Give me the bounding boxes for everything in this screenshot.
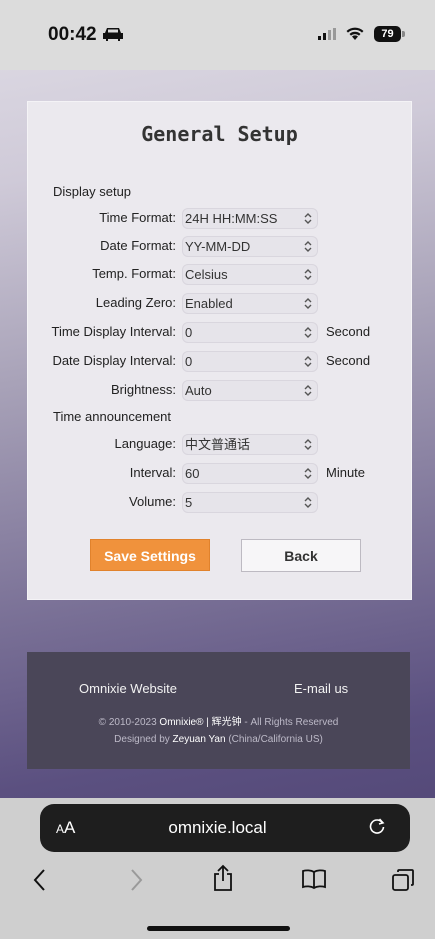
- status-time: 00:42: [48, 24, 97, 45]
- language-select[interactable]: 中文普通话: [182, 434, 318, 455]
- setting-label: Volume:: [129, 494, 176, 509]
- select-value: 中文普通话: [185, 437, 251, 452]
- signal-icon: [318, 28, 336, 40]
- chevron-updown-icon: [304, 241, 312, 252]
- time-announcement-heading: Time announcement: [53, 409, 172, 424]
- select-value: Auto: [185, 383, 212, 398]
- date-format-select[interactable]: YY-MM-DD: [182, 236, 318, 257]
- designed-prefix: Designed by: [114, 734, 170, 745]
- status-bar: 00:42 79: [0, 0, 435, 70]
- setting-label: Interval:: [129, 465, 176, 480]
- unit-label: Second: [326, 353, 371, 368]
- display-setup-heading: Display setup: [53, 184, 132, 199]
- select-value: Celsius: [185, 267, 228, 282]
- chevron-updown-icon: [304, 269, 312, 280]
- select-value: 24H HH:MM:SS: [185, 211, 278, 226]
- select-value: 5: [185, 495, 193, 510]
- copyright-brand: Omnixie® | 辉光钟: [159, 717, 242, 728]
- brightness-select[interactable]: Auto: [182, 380, 318, 401]
- chevron-updown-icon: [304, 356, 312, 367]
- forward-icon[interactable]: [128, 868, 144, 892]
- select-value: 60: [185, 466, 200, 481]
- setting-label: Temp. Format:: [92, 266, 176, 281]
- designer-name: Zeyuan Yan: [172, 734, 226, 745]
- back-button[interactable]: Back: [241, 539, 361, 572]
- select-value: YY-MM-DD: [185, 239, 251, 254]
- leading-zero-select[interactable]: Enabled: [182, 293, 318, 314]
- time-display-interval-select[interactable]: 0: [182, 322, 318, 343]
- omnixie-website-link[interactable]: Omnixie Website: [79, 681, 177, 696]
- copyright-prefix: © 2010-2023: [98, 717, 157, 728]
- tabs-icon[interactable]: [391, 868, 415, 892]
- setting-label: Date Format:: [100, 238, 176, 253]
- select-value: 0: [185, 354, 193, 369]
- chevron-updown-icon: [304, 298, 312, 309]
- temp-format-select[interactable]: Celsius: [182, 264, 318, 285]
- setting-label: Leading Zero:: [95, 295, 176, 310]
- reload-icon[interactable]: [367, 816, 387, 836]
- share-icon[interactable]: [212, 864, 234, 892]
- copyright-suffix: - All Rights Reserved: [244, 717, 339, 728]
- home-indicator: [147, 926, 290, 931]
- time-format-select[interactable]: 24H HH:MM:SS: [182, 208, 318, 229]
- chevron-updown-icon: [304, 468, 312, 479]
- wifi-icon: [346, 27, 364, 40]
- setting-label: Time Format:: [99, 210, 176, 225]
- email-us-link[interactable]: E-mail us: [294, 681, 348, 696]
- select-value: 0: [185, 325, 193, 340]
- chevron-updown-icon: [304, 327, 312, 338]
- designer-credit: Designed by Zeyuan Yan (China/California…: [27, 734, 410, 745]
- chevron-updown-icon: [304, 385, 312, 396]
- interval-select[interactable]: 60: [182, 463, 318, 484]
- bookmarks-icon[interactable]: [301, 868, 327, 890]
- unit-label: Minute: [326, 465, 366, 480]
- setting-label: Brightness:: [110, 382, 176, 397]
- chevron-updown-icon: [304, 439, 312, 450]
- battery-tip: [402, 31, 405, 37]
- setting-label: Language:: [114, 436, 176, 451]
- unit-label: Second: [326, 324, 371, 339]
- battery-indicator: 79: [374, 26, 401, 42]
- setting-label: Time Display Interval:: [51, 324, 177, 339]
- chevron-updown-icon: [304, 213, 312, 224]
- site-footer: Omnixie Website E-mail us © 2010-2023 Om…: [27, 652, 410, 769]
- car-icon: [103, 28, 123, 41]
- select-value: Enabled: [185, 296, 233, 311]
- back-icon[interactable]: [32, 868, 48, 892]
- volume-select[interactable]: 5: [182, 492, 318, 513]
- copyright-text: © 2010-2023 Omnixie® | 辉光钟 - All Rights …: [27, 713, 410, 728]
- designer-suffix: (China/California US): [228, 734, 323, 745]
- general-setup-panel: General Setup Display setup Time Format:…: [27, 101, 412, 600]
- chevron-updown-icon: [304, 497, 312, 508]
- setting-label: Date Display Interval:: [52, 353, 176, 368]
- date-display-interval-select[interactable]: 0: [182, 351, 318, 372]
- page-title: General Setup: [141, 122, 298, 146]
- save-settings-button[interactable]: Save Settings: [90, 539, 210, 571]
